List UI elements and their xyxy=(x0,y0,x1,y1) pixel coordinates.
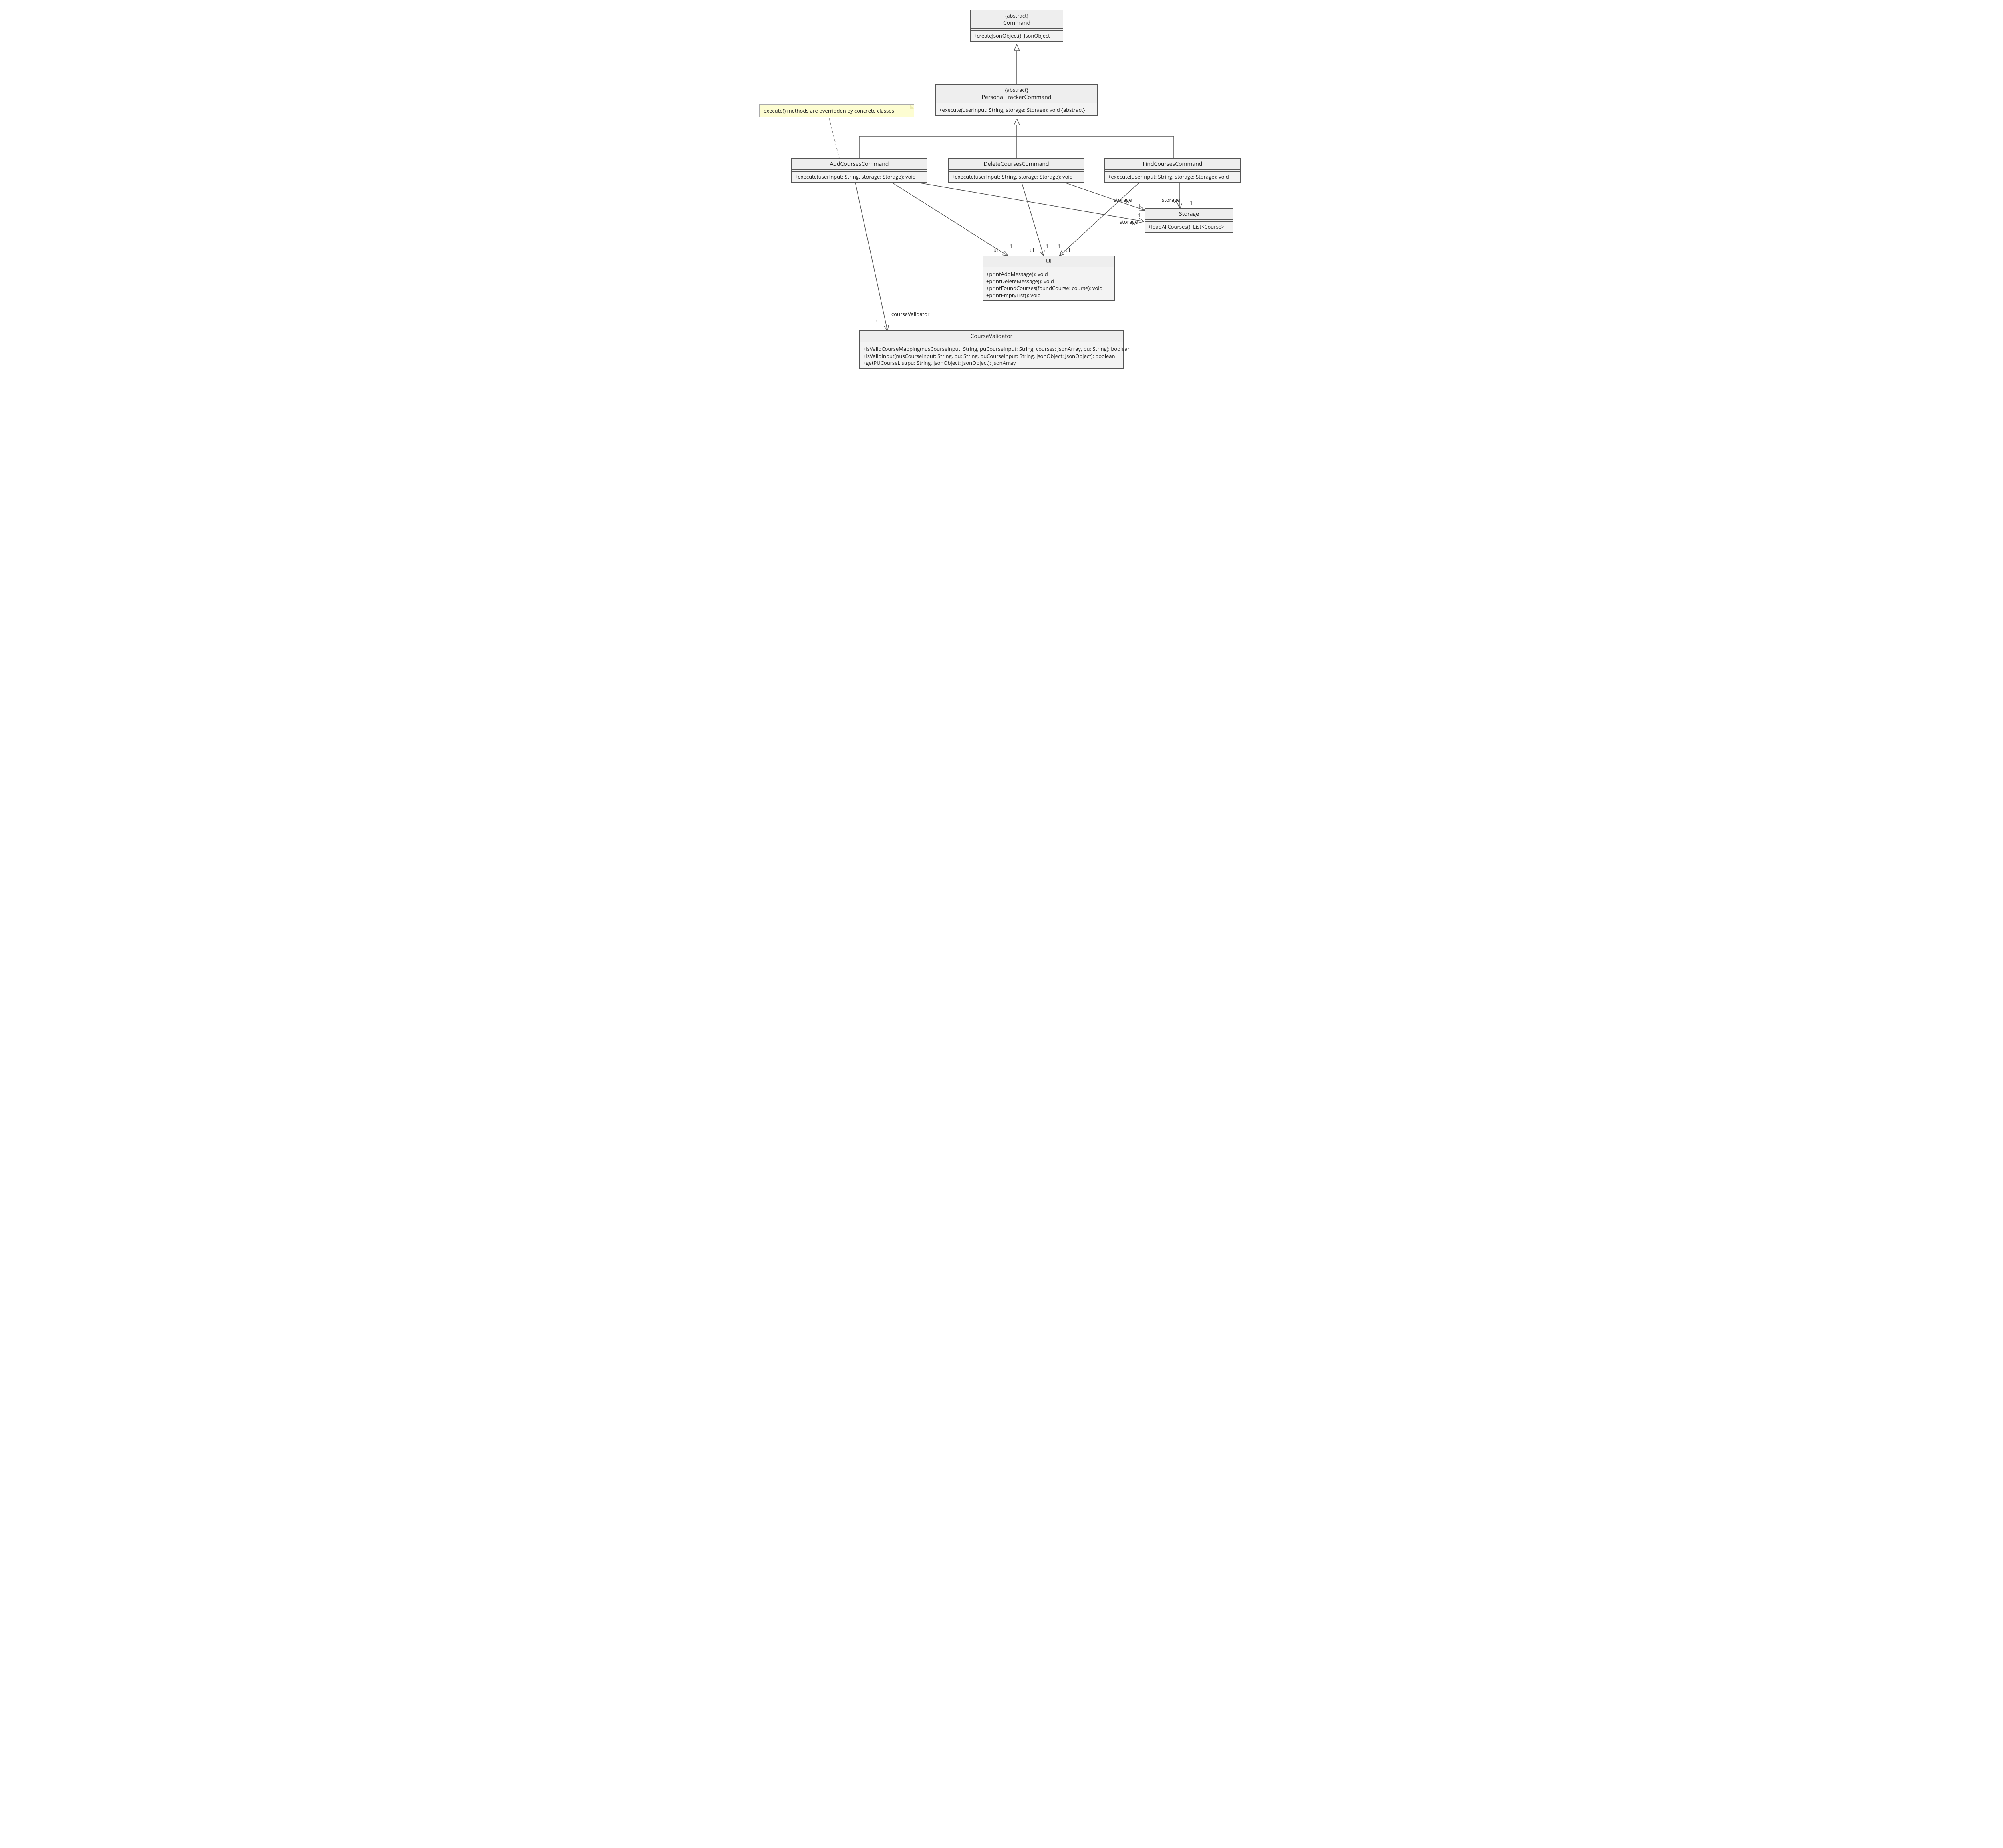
class-find-courses-command: FindCoursesCommand +execute(userInput: S… xyxy=(1104,158,1241,183)
member: +execute(userInput: String, storage: Sto… xyxy=(1108,173,1237,181)
class-course-validator: CourseValidator +isValidCourseMapping(nu… xyxy=(859,330,1124,369)
class-name: Storage xyxy=(1148,210,1230,218)
class-delete-courses-command: DeleteCoursesCommand +execute(userInput:… xyxy=(948,158,1084,183)
class-storage: Storage +loadAllCourses(): List<Course> xyxy=(1145,208,1233,233)
member: +loadAllCourses(): List<Course> xyxy=(1148,223,1230,231)
assoc-mult-1: 1 xyxy=(1138,211,1141,219)
member: +createJsonObject(): JsonObject xyxy=(974,32,1060,40)
uml-note: execute() methods are overridden by conc… xyxy=(759,104,914,117)
stereotype: {abstract} xyxy=(974,12,1060,19)
assoc-label-storage: storage xyxy=(1120,218,1138,225)
class-name: FindCoursesCommand xyxy=(1108,160,1237,168)
assoc-mult-1: 1 xyxy=(875,318,878,326)
member: +isValidInput(nusCourseInput: String, pu… xyxy=(863,353,1120,360)
assoc-label-ui: ui xyxy=(993,246,998,254)
class-title: UI xyxy=(983,256,1114,267)
class-name: Command xyxy=(974,19,1060,27)
members: +createJsonObject(): JsonObject xyxy=(971,31,1063,41)
class-title: {abstract} Command xyxy=(971,10,1063,29)
class-add-courses-command: AddCoursesCommand +execute(userInput: St… xyxy=(791,158,927,183)
members: +execute(userInput: String, storage: Sto… xyxy=(1105,172,1240,182)
members: +isValidCourseMapping(nusCourseInput: St… xyxy=(860,344,1123,368)
class-name: AddCoursesCommand xyxy=(795,160,924,168)
class-title: Storage xyxy=(1145,209,1233,220)
class-ui: UI +printAddMessage(): void +printDelete… xyxy=(983,256,1115,301)
class-title: AddCoursesCommand xyxy=(792,159,927,170)
assoc-label-storage: storage xyxy=(1162,196,1180,203)
stereotype: {abstract} xyxy=(939,86,1094,93)
member: +execute(userInput: String, storage: Sto… xyxy=(939,107,1094,114)
class-title: DeleteCoursesCommand xyxy=(949,159,1084,170)
uml-canvas: execute() methods are overridden by conc… xyxy=(755,0,1248,380)
connectors xyxy=(755,0,1248,380)
class-name: UI xyxy=(986,258,1111,265)
assoc-mult-1: 1 xyxy=(1058,242,1060,250)
member: +printEmptyList(): void xyxy=(986,292,1111,299)
members: +execute(userInput: String, storage: Sto… xyxy=(936,105,1097,115)
member: +execute(userInput: String, storage: Sto… xyxy=(952,173,1081,181)
members: +loadAllCourses(): List<Course> xyxy=(1145,222,1233,232)
class-title: FindCoursesCommand xyxy=(1105,159,1240,170)
assoc-mult-1: 1 xyxy=(1190,199,1193,206)
member: +printFoundCourses(foundCourse: course):… xyxy=(986,285,1111,292)
assoc-mult-1: 1 xyxy=(1046,242,1048,250)
uml-note-text: execute() methods are overridden by conc… xyxy=(764,107,894,114)
class-name: DeleteCoursesCommand xyxy=(952,160,1081,168)
class-name: PersonalTrackerCommand xyxy=(939,93,1094,101)
members: +printAddMessage(): void +printDeleteMes… xyxy=(983,269,1114,300)
member: +getPUCourseList(pu: String, jsonObject:… xyxy=(863,360,1120,367)
member: +isValidCourseMapping(nusCourseInput: St… xyxy=(863,346,1120,353)
assoc-mult-1: 1 xyxy=(1138,202,1141,209)
class-personal-tracker-command: {abstract} PersonalTrackerCommand +execu… xyxy=(935,84,1098,116)
class-title: {abstract} PersonalTrackerCommand xyxy=(936,85,1097,103)
assoc-label-ui: ui xyxy=(1030,246,1034,254)
class-title: CourseValidator xyxy=(860,331,1123,342)
member: +printAddMessage(): void xyxy=(986,271,1111,278)
class-command: {abstract} Command +createJsonObject(): … xyxy=(970,10,1063,42)
member: +execute(userInput: String, storage: Sto… xyxy=(795,173,924,181)
member: +printDeleteMessage(): void xyxy=(986,278,1111,285)
class-name: CourseValidator xyxy=(863,332,1120,340)
members: +execute(userInput: String, storage: Sto… xyxy=(792,172,927,182)
assoc-mult-1: 1 xyxy=(1010,242,1012,250)
assoc-label-course-validator: courseValidator xyxy=(891,310,929,318)
assoc-label-ui: ui xyxy=(1066,246,1070,254)
members: +execute(userInput: String, storage: Sto… xyxy=(949,172,1084,182)
assoc-label-storage: storage xyxy=(1114,196,1132,203)
